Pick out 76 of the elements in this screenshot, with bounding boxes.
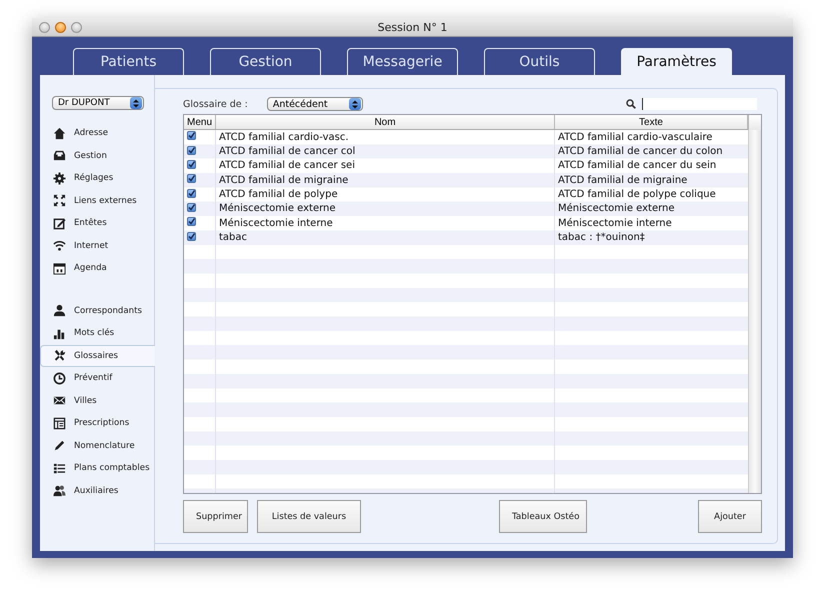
name-cell: Méniscectomie interne	[219, 218, 333, 229]
menu-checkbox[interactable]	[187, 160, 196, 169]
glossary-label: Glossaire de :	[183, 98, 248, 110]
text-cell: ATCD familial de polype colique	[558, 189, 716, 200]
text-cell: ATCD familial de cancer du colon	[558, 146, 723, 158]
calendar-icon	[53, 262, 66, 275]
name-cell: ATCD familial de migraine	[219, 174, 348, 186]
text-cell: ATCD familial de migraine	[558, 174, 688, 186]
sidebar-item[interactable]: Internet	[40, 234, 155, 257]
name-cell: Méniscectomie externe	[219, 203, 336, 214]
person-icon	[53, 304, 66, 318]
tab[interactable]: Paramètres	[621, 48, 732, 75]
stepper-icon[interactable]	[130, 97, 142, 109]
text-cell: Méniscectomie interne	[558, 218, 672, 229]
action-button[interactable]: Ajouter	[698, 500, 762, 533]
header-corner	[748, 115, 761, 130]
sidebar-item[interactable]: Adresse	[40, 122, 155, 144]
menu-checkbox[interactable]	[187, 146, 196, 155]
sidebar-item[interactable]: Agenda	[40, 257, 155, 280]
tab[interactable]: Outils	[484, 48, 595, 75]
name-cell: ATCD familial de polype	[219, 189, 338, 200]
sidebar-item[interactable]: Plans comptables	[40, 457, 155, 480]
scrollbar[interactable]	[748, 130, 761, 493]
search-icon	[626, 99, 636, 109]
form-icon	[53, 416, 66, 430]
action-button[interactable]: Listes de valeurs	[257, 500, 361, 533]
tab[interactable]: Messagerie	[347, 48, 458, 75]
name-cell: ATCD familial de cancer sei	[219, 160, 355, 172]
tools-icon	[53, 349, 66, 362]
text-cell: ATCD familial de cancer du sein	[558, 160, 716, 172]
sidebar-item[interactable]: Prescriptions	[40, 412, 155, 434]
name-cell: ATCD familial de cancer col	[219, 146, 356, 158]
sidebar-item[interactable]: Auxiliaires	[40, 480, 155, 502]
column-header[interactable]: Menu	[184, 115, 216, 129]
text-cell: Méniscectomie externe	[558, 203, 675, 214]
sidebar-item[interactable]: Préventif	[40, 367, 155, 390]
name-cell: ATCD familial cardio-vasc.	[219, 132, 349, 143]
house-icon	[53, 126, 66, 140]
menu-checkbox[interactable]	[187, 188, 196, 198]
text-cell: tabac : †*ouinon‡	[558, 232, 645, 244]
menu-checkbox[interactable]	[187, 217, 196, 226]
glossary-select[interactable]: Antécédent	[266, 97, 363, 111]
menu-checkbox[interactable]	[187, 174, 196, 184]
gear-icon	[53, 172, 66, 185]
edit-icon	[53, 216, 66, 230]
stepper-icon[interactable]	[348, 98, 361, 110]
tab[interactable]: Patients	[73, 48, 184, 75]
sidebar-item[interactable]: Villes	[40, 390, 155, 412]
action-button[interactable]: Tableaux Ostéo	[499, 500, 587, 533]
name-cell: tabac	[219, 232, 248, 244]
sidebar-item[interactable]: Nomenclature	[40, 434, 155, 457]
sidebar-item[interactable]: Liens externes	[40, 190, 155, 212]
sidebar-item[interactable]: Réglages	[40, 167, 155, 190]
arrows-icon	[53, 194, 66, 208]
list-icon	[53, 462, 66, 475]
pencil-icon	[53, 439, 66, 452]
text-cell: ATCD familial cardio-vasculaire	[558, 132, 712, 143]
menu-checkbox[interactable]	[187, 202, 196, 212]
clock-icon	[53, 372, 66, 385]
tab[interactable]: Gestion	[210, 48, 321, 75]
sidebar-item[interactable]: Mots clés	[40, 322, 155, 344]
sidebar-item[interactable]: Correspondants	[40, 300, 155, 322]
menu-checkbox[interactable]	[187, 131, 196, 140]
minimize-button[interactable]	[55, 22, 66, 32]
column-header[interactable]: Nom	[216, 115, 555, 129]
sidebar-item[interactable]: Glossaires	[40, 344, 155, 367]
action-button[interactable]: Supprimer	[183, 500, 248, 533]
window-title: Session N° 1	[378, 20, 448, 34]
search-field[interactable]	[642, 98, 757, 110]
tray-icon	[53, 149, 66, 162]
wifi-icon	[53, 239, 66, 252]
sidebar-item[interactable]: Entêtes	[40, 212, 155, 234]
menu-checkbox[interactable]	[187, 232, 196, 241]
doctor-select[interactable]: Dr DUPONT	[52, 96, 144, 110]
sidebar-item[interactable]: Gestion	[40, 144, 155, 167]
people-icon	[53, 484, 66, 498]
